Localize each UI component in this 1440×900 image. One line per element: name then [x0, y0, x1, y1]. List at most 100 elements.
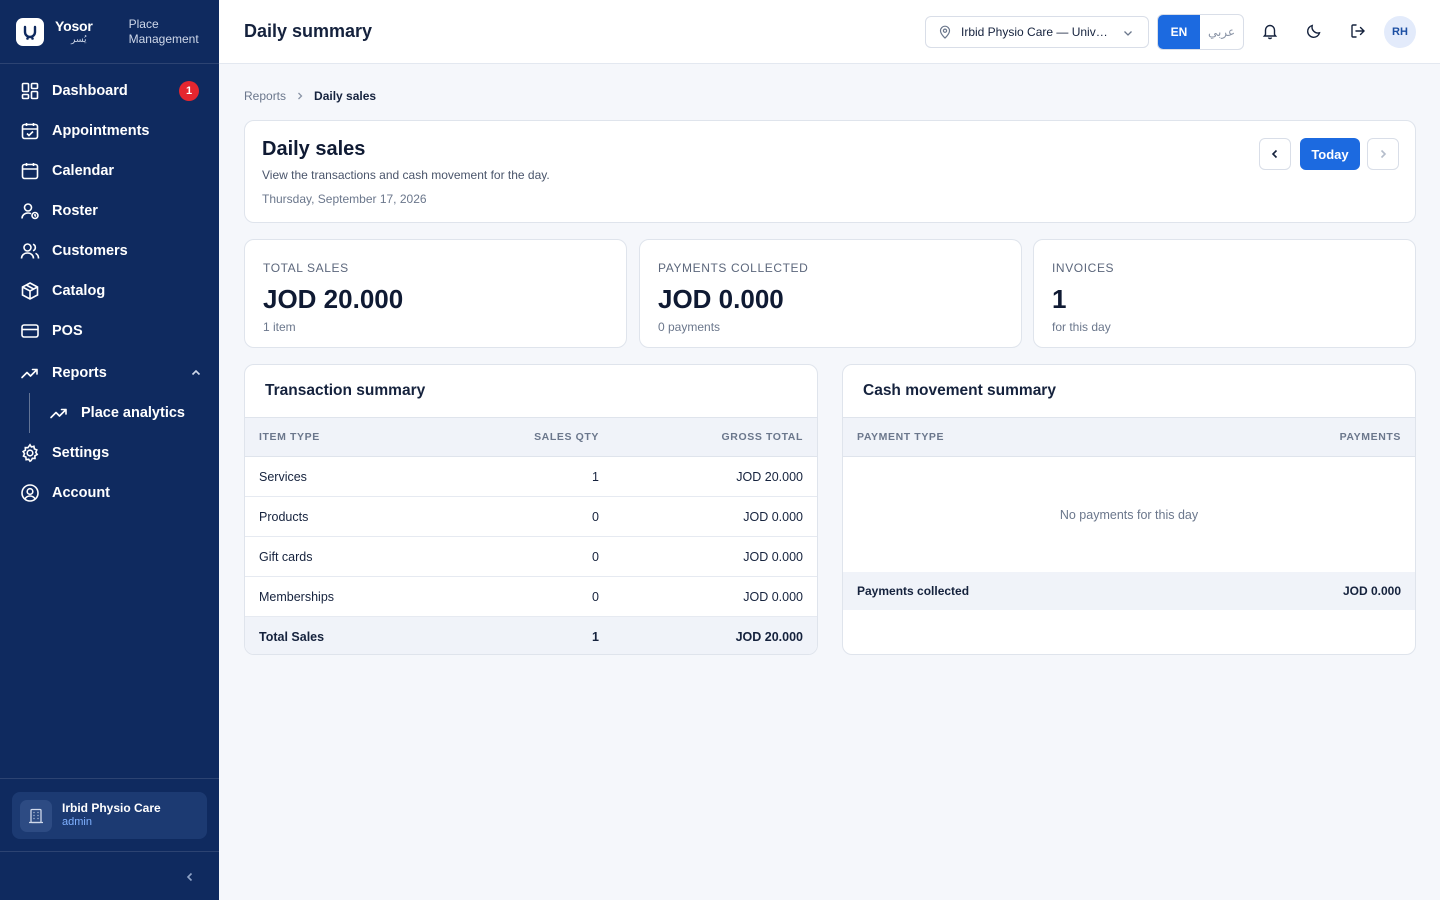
stat-invoices: INVOICES 1 for this day	[1033, 239, 1416, 348]
cell-sales-qty: 0	[592, 549, 599, 564]
chevron-up-icon[interactable]	[189, 366, 203, 380]
stat-total-sales: TOTAL SALES JOD 20.000 1 item	[244, 239, 627, 348]
brand-subtitle-line1: Place	[128, 16, 159, 31]
map-pin-icon	[939, 25, 951, 39]
cell-item-type: Gift cards	[259, 549, 313, 564]
sidebar-item-customers[interactable]: Customers	[0, 231, 219, 271]
sidebar-item-label: Place analytics	[81, 405, 185, 421]
table-header: PAYMENT TYPE PAYMENTS	[843, 418, 1415, 457]
cell-gross-total: JOD 0.000	[743, 549, 803, 564]
breadcrumb-reports-link[interactable]: Reports	[244, 89, 286, 103]
current-user-role: admin	[62, 816, 92, 829]
lang-en-button[interactable]: EN	[1158, 15, 1200, 49]
table-row: Memberships 0 JOD 0.000	[245, 577, 817, 617]
cash-movement-panel: Cash movement summary PAYMENT TYPE PAYME…	[842, 364, 1416, 655]
sidebar-item-catalog[interactable]: Catalog	[0, 271, 219, 311]
column-header-payment-type: PAYMENT TYPE	[857, 431, 945, 443]
report-date: Thursday, September 17, 2026	[262, 192, 427, 206]
stat-subtext: 1 item	[263, 320, 296, 334]
cell-gross-total: JOD 20.000	[736, 469, 803, 484]
cell-item-type: Memberships	[259, 589, 335, 604]
trending-up-icon	[20, 363, 40, 383]
sidebar-collapse-bar	[0, 851, 219, 900]
stat-value: 1	[1052, 284, 1067, 314]
panel-title: Cash movement summary	[843, 365, 1415, 418]
gear-icon	[20, 443, 40, 463]
brand-name-ar: يُسر	[71, 34, 87, 44]
cell-total-gross: JOD 20.000	[735, 630, 803, 644]
breadcrumb: Reports Daily sales	[244, 89, 376, 103]
calendar-check-icon	[20, 121, 40, 141]
cell-sales-qty: 1	[592, 469, 599, 484]
sidebar-item-settings[interactable]: Settings	[0, 433, 219, 473]
today-button[interactable]: Today	[1300, 138, 1360, 170]
chevron-right-icon	[298, 92, 303, 100]
column-header-sales-qty: SALES QTY	[534, 431, 599, 443]
table-row: Services 1 JOD 20.000	[245, 457, 817, 497]
stat-label: INVOICES	[1052, 261, 1115, 275]
brand-name: Yosor يُسر	[55, 19, 93, 44]
daily-sales-header: Daily sales View the transactions and ca…	[244, 120, 1416, 223]
stat-value: JOD 0.000	[658, 284, 784, 314]
sidebar-item-account[interactable]: Account	[0, 473, 219, 513]
stat-subtext: 0 payments	[658, 320, 721, 334]
dashboard-icon	[20, 81, 40, 101]
user-circle-icon	[20, 483, 40, 503]
stat-label: TOTAL SALES	[263, 261, 349, 275]
stat-subtext: for this day	[1052, 320, 1111, 334]
payments-collected-label: Payments collected	[857, 584, 970, 598]
previous-day-button[interactable]	[1259, 138, 1291, 170]
stat-value: JOD 20.000	[263, 284, 404, 314]
sidebar-item-label: Reports	[52, 365, 107, 381]
report-title: Daily sales	[262, 138, 366, 160]
place-select[interactable]: Irbid Physio Care — University Street	[925, 16, 1149, 48]
sidebar-item-calendar[interactable]: Calendar	[0, 151, 219, 191]
sidebar-subitem-place-analytics[interactable]: Place analytics	[0, 393, 219, 433]
chevron-left-icon	[1271, 149, 1278, 159]
column-header-item-type: ITEM TYPE	[259, 431, 320, 443]
current-place-text: Irbid Physio Care admin	[62, 801, 161, 830]
chevron-right-icon	[1380, 149, 1387, 159]
column-header-gross-total: GROSS TOTAL	[721, 431, 803, 443]
stat-label: PAYMENTS COLLECTED	[658, 261, 809, 275]
chevron-left-icon[interactable]	[183, 870, 197, 884]
sidebar-footer: Irbid Physio Care admin	[0, 778, 219, 852]
sidebar-item-pos[interactable]: POS	[0, 311, 219, 351]
lang-ar-button[interactable]: عربي	[1200, 15, 1243, 49]
logout-icon[interactable]	[1349, 22, 1367, 40]
empty-state: No payments for this day	[1059, 507, 1199, 522]
sidebar-item-appointments[interactable]: Appointments	[0, 111, 219, 151]
payments-collected-row: Payments collected JOD 0.000	[843, 572, 1415, 610]
bell-icon[interactable]	[1261, 22, 1279, 40]
cell-sales-qty: 0	[592, 589, 599, 604]
sidebar-item-reports[interactable]: Reports	[0, 353, 219, 393]
sidebar-item-dashboard[interactable]: Dashboard 1	[0, 71, 219, 111]
sidebar-item-label: Calendar	[52, 163, 115, 179]
building-icon	[20, 799, 52, 832]
sidebar: Yosor يُسر Place Management Dashboard 1 …	[0, 0, 219, 900]
payments-collected-value: JOD 0.000	[1342, 584, 1401, 598]
cell-total-qty: 1	[592, 630, 599, 644]
moon-icon[interactable]	[1305, 22, 1323, 40]
table-row: Gift cards 0 JOD 0.000	[245, 537, 817, 577]
stat-payments-collected: PAYMENTS COLLECTED JOD 0.000 0 payments	[639, 239, 1022, 348]
cell-gross-total: JOD 0.000	[743, 589, 803, 604]
current-place-card[interactable]: Irbid Physio Care admin	[12, 792, 207, 839]
column-header-payments: PAYMENTS	[1339, 431, 1401, 443]
sidebar-item-label: POS	[52, 323, 83, 339]
sidebar-item-roster[interactable]: Roster	[0, 191, 219, 231]
sidebar-nav: Dashboard 1 Appointments Calendar Roster…	[0, 64, 219, 513]
table-row: Products 0 JOD 0.000	[245, 497, 817, 537]
table-header: ITEM TYPE SALES QTY GROSS TOTAL	[245, 418, 817, 457]
brand-name-en: Yosor	[55, 18, 93, 34]
users-icon	[20, 241, 40, 261]
panel-title: Transaction summary	[245, 365, 817, 418]
current-place-name: Irbid Physio Care	[62, 801, 161, 816]
avatar[interactable]: RH	[1384, 16, 1416, 48]
sidebar-item-label: Roster	[52, 203, 98, 219]
next-day-button[interactable]	[1367, 138, 1399, 170]
calendar-icon	[20, 161, 40, 181]
notification-badge: 1	[179, 81, 199, 101]
logo-icon[interactable]	[16, 17, 44, 46]
place-select-value: Irbid Physio Care — University Street	[961, 25, 1111, 39]
